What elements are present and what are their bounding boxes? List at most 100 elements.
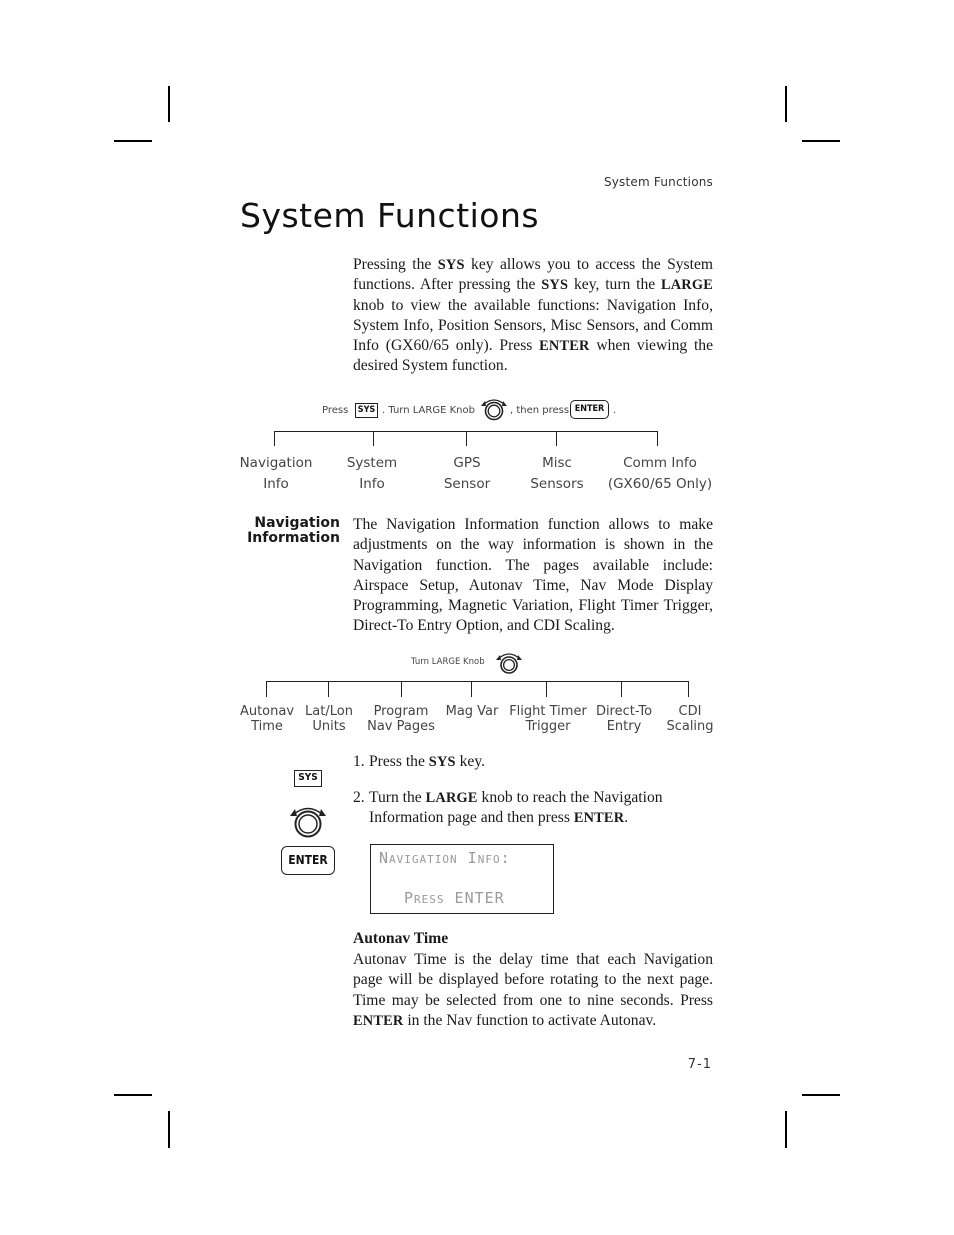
page-mag-var: Mag Var (436, 704, 508, 719)
label-line: Program (373, 704, 429, 719)
step-2: 2. Turn the LARGE knob to reach the Navig… (353, 788, 713, 829)
label-line: Trigger (525, 719, 571, 734)
heading-line: Information (247, 530, 340, 546)
step-1: 1. Press the SYS key. (353, 752, 713, 772)
autonav-time-paragraph: Autonav Time is the delay time that each… (353, 950, 713, 1031)
key-name: ENTER (573, 810, 625, 827)
heading-line: Navigation (254, 515, 340, 531)
paragraph-text: in the Nav function to activate Autonav. (403, 1011, 657, 1029)
then-press-text: , then press (510, 405, 570, 416)
label-line: GPS (453, 455, 481, 471)
tree-branch (471, 681, 473, 697)
key-name: LARGE (425, 790, 478, 806)
label-line: Direct-To (595, 704, 653, 719)
tree-branch (373, 431, 375, 446)
paragraph-text: Autonav Time is the delay time that each… (353, 951, 713, 1009)
tree-branch (274, 431, 276, 446)
enter-key-icon: ENTER (570, 400, 609, 419)
turn-knob-text: Turn LARGE Knob (411, 657, 485, 667)
step-text: . (624, 809, 629, 827)
step-text: Information page and then press (369, 809, 574, 827)
tree-branch (621, 681, 623, 697)
step-number: 1. (353, 753, 365, 770)
label-line: (GX60/65 Only) (607, 475, 713, 492)
crop-mark (114, 1094, 152, 1096)
crop-mark (168, 86, 170, 122)
page-title: System Functions (240, 196, 540, 235)
label-line: Flight Timer (509, 704, 587, 719)
tree-branch (266, 681, 268, 697)
label-line: Nav Pages (367, 719, 435, 734)
label-line: Autonav (239, 704, 295, 719)
tree-branch (546, 681, 548, 697)
function-navigation-info: Navigation Info (226, 453, 326, 494)
function-misc-sensors: Misc Sensors (507, 453, 607, 494)
sys-key-label: SYS (298, 772, 318, 783)
label-line: Scaling (666, 719, 714, 734)
step-text: Press the (369, 753, 429, 770)
page-cdi-scaling: CDI Scaling (660, 704, 720, 734)
sys-key-icon: SYS (294, 770, 322, 787)
large-knob-icon (496, 653, 522, 674)
large-knob-icon (481, 399, 507, 421)
function-gps-sensor: GPS Sensor (417, 453, 517, 494)
tree-branch (466, 431, 468, 446)
crop-mark (114, 140, 152, 142)
label-line: Sensor (443, 475, 491, 492)
enter-key-label: ENTER (288, 853, 328, 867)
section-heading-navigation-information: Navigation Information (236, 516, 340, 546)
label-line: Lat/Lon (305, 704, 353, 719)
label-line: Info (263, 475, 289, 492)
running-head: System Functions (603, 175, 713, 189)
paragraph-text: Pressing the (353, 256, 438, 273)
lcd-line-1: Navigation Info: (379, 849, 511, 867)
label-line: Navigation (239, 455, 313, 471)
label-line: System (346, 455, 398, 471)
label-line: Info (359, 475, 385, 492)
label-line: CDI (678, 704, 702, 719)
tree-branch (401, 681, 403, 697)
crop-mark (802, 140, 840, 142)
key-name: ENTER (539, 338, 590, 355)
enter-key-icon: ENTER (281, 846, 335, 875)
page-direct-to-entry: Direct-To Entry (584, 704, 664, 734)
paragraph-text: key, turn the (568, 276, 661, 294)
tree-branch (657, 431, 659, 446)
label-line: Time (251, 719, 283, 734)
sys-key-label: SYS (357, 405, 376, 415)
lcd-line-2: Press ENTER (404, 889, 505, 907)
intro-paragraph: Pressing the SYS key allows you to acces… (353, 255, 713, 377)
crop-mark (168, 1111, 170, 1148)
label-line: Comm Info (623, 455, 697, 471)
page-autonav-time: Autonav Time (232, 704, 302, 734)
page-program-nav-pages: Program Nav Pages (360, 704, 442, 734)
page-flight-timer-trigger: Flight Timer Trigger (503, 704, 593, 734)
key-name: SYS (428, 754, 456, 770)
autonav-time-heading: Autonav Time (353, 930, 449, 947)
label-line: Units (312, 719, 346, 734)
step-text: knob to reach the Navigation (477, 789, 663, 806)
crop-mark (785, 1111, 787, 1148)
lcd-screen: Navigation Info: Press ENTER (370, 844, 554, 914)
tree-branch (688, 681, 690, 697)
step-text: key. (455, 753, 486, 770)
key-name: SYS (437, 257, 465, 273)
page-number: 7-1 (687, 1057, 712, 1072)
key-name: SYS (541, 277, 569, 294)
crop-mark (785, 86, 787, 122)
page-lat-lon-units: Lat/Lon Units (294, 704, 364, 734)
function-system-info: System Info (322, 453, 422, 494)
key-name: ENTER (353, 1012, 404, 1029)
label-line: Mag Var (445, 704, 499, 719)
sys-key-icon: SYS (355, 403, 378, 418)
end-period: . (613, 405, 617, 416)
label-line: Misc (542, 455, 572, 471)
tree-branch (328, 681, 330, 697)
diagram-instruction: Press (322, 405, 348, 416)
tree-horizontal-line (266, 681, 689, 683)
step-number: 2. (353, 789, 365, 806)
label-line: Sensors (530, 475, 584, 492)
crop-mark (802, 1094, 840, 1096)
label-line: Entry (606, 719, 642, 734)
function-comm-info: Comm Info (GX60/65 Only) (600, 453, 720, 494)
